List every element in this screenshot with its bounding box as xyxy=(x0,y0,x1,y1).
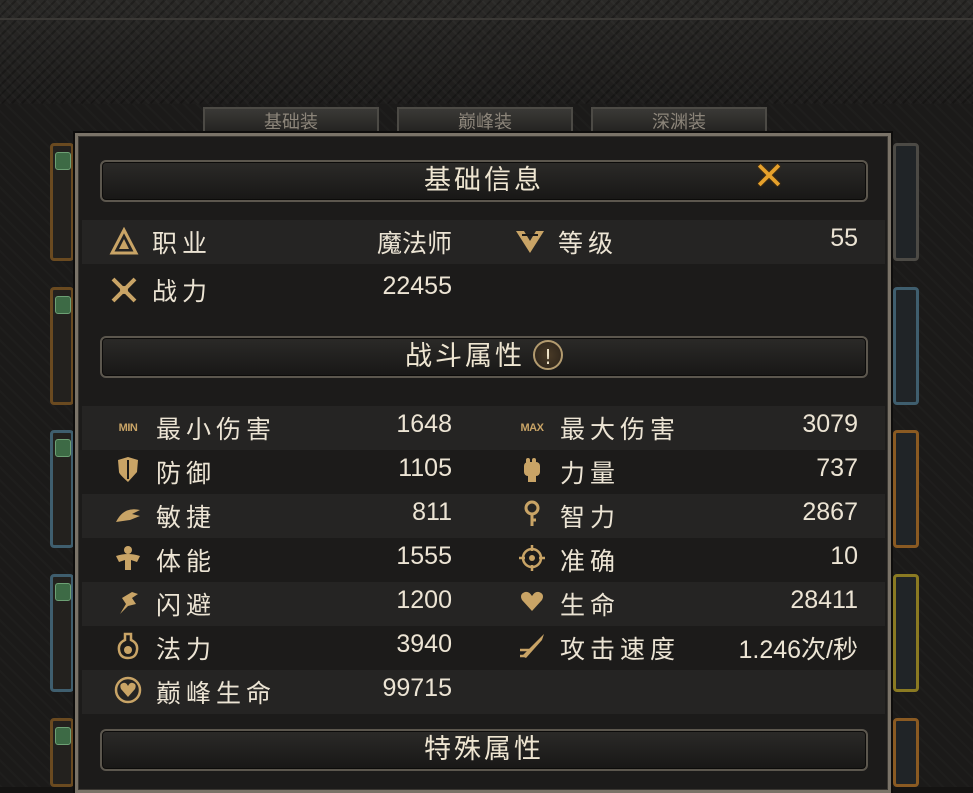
dodge-value: 1200 xyxy=(396,586,452,614)
level-icon xyxy=(514,227,546,259)
peak-life-value: 99715 xyxy=(382,674,452,702)
accuracy-value: 10 xyxy=(830,542,858,570)
power-label: 战力 xyxy=(152,277,213,306)
max-damage-value: 3079 xyxy=(802,410,858,438)
intelligence-icon xyxy=(516,500,548,532)
class-icon xyxy=(108,226,140,259)
tab-peak-gear[interactable]: 巅峰装 xyxy=(397,107,573,135)
equipment-slot[interactable] xyxy=(893,574,919,692)
strength-icon xyxy=(516,456,548,488)
strength-value: 737 xyxy=(816,454,858,482)
equipment-slot[interactable] xyxy=(893,718,919,787)
max-damage-icon: MAX xyxy=(520,422,544,434)
special-attributes-title: 特殊属性 xyxy=(424,734,544,765)
defense-value: 1105 xyxy=(398,454,452,482)
stamina-icon xyxy=(112,544,144,576)
background-header xyxy=(0,0,973,106)
gem-icon xyxy=(55,439,71,457)
mana-label: 法力 xyxy=(156,635,217,664)
min-damage-icon: MIN xyxy=(118,422,138,434)
mana-icon xyxy=(112,632,144,664)
equipment-slot[interactable] xyxy=(50,430,74,548)
min-damage-value: 1648 xyxy=(396,410,452,438)
life-value: 28411 xyxy=(790,586,858,614)
equipment-slot[interactable] xyxy=(893,143,919,261)
attack-speed-value: 1.246次/秒 xyxy=(738,636,858,664)
strength-label: 力量 xyxy=(560,459,621,488)
stamina-label: 体能 xyxy=(156,547,217,576)
life-label: 生命 xyxy=(560,591,621,620)
equipment-slot[interactable] xyxy=(893,430,919,548)
basic-info-title: 基础信息 xyxy=(424,165,544,196)
accuracy-label: 准确 xyxy=(560,547,621,576)
min-damage-label: 最小伤害 xyxy=(156,415,277,444)
info-icon[interactable]: ! xyxy=(533,339,563,370)
stamina-value: 1555 xyxy=(396,542,452,570)
dodge-label: 闪避 xyxy=(156,591,217,620)
intelligence-label: 智力 xyxy=(560,503,621,532)
tab-basic-gear[interactable]: 基础装 xyxy=(203,107,379,135)
intelligence-value: 2867 xyxy=(802,498,858,526)
gem-icon xyxy=(55,152,71,170)
agility-icon xyxy=(112,500,144,532)
agility-label: 敏捷 xyxy=(156,503,217,532)
character-info-panel: 基础信息 职业 魔法师 等级 55 战力 22455 战斗属性! MIN 最小伤… xyxy=(75,133,891,793)
equipment-slot[interactable] xyxy=(50,287,74,405)
power-value: 22455 xyxy=(382,272,452,300)
attack-speed-icon xyxy=(516,632,548,664)
peak-life-icon xyxy=(112,676,144,708)
power-icon xyxy=(108,275,140,307)
gem-icon xyxy=(55,583,71,601)
gem-icon xyxy=(55,296,71,314)
equipment-slot[interactable] xyxy=(50,574,74,692)
level-value: 55 xyxy=(830,224,858,252)
close-icon[interactable]: ✕ xyxy=(752,157,786,195)
attack-speed-label: 攻击速度 xyxy=(560,635,681,664)
tab-abyss-gear[interactable]: 深渊装 xyxy=(591,107,767,135)
accuracy-icon xyxy=(516,544,548,576)
level-label: 等级 xyxy=(558,229,619,258)
mana-value: 3940 xyxy=(396,630,452,658)
defense-icon xyxy=(112,456,144,488)
equipment-slot[interactable] xyxy=(50,143,74,261)
equipment-slot[interactable] xyxy=(50,718,74,787)
life-icon xyxy=(516,588,548,620)
special-attributes-header: 特殊属性 xyxy=(100,729,868,771)
class-label: 职业 xyxy=(152,229,213,258)
class-value: 魔法师 xyxy=(376,230,452,258)
combat-attributes-title: 战斗属性 xyxy=(405,341,525,372)
combat-attributes-header: 战斗属性! xyxy=(100,336,868,378)
defense-label: 防御 xyxy=(156,459,217,488)
gem-icon xyxy=(55,727,71,745)
agility-value: 811 xyxy=(412,498,452,526)
dodge-icon xyxy=(112,588,144,620)
equipment-slot[interactable] xyxy=(893,287,919,405)
max-damage-label: 最大伤害 xyxy=(560,415,681,444)
peak-life-label: 巅峰生命 xyxy=(156,679,277,708)
